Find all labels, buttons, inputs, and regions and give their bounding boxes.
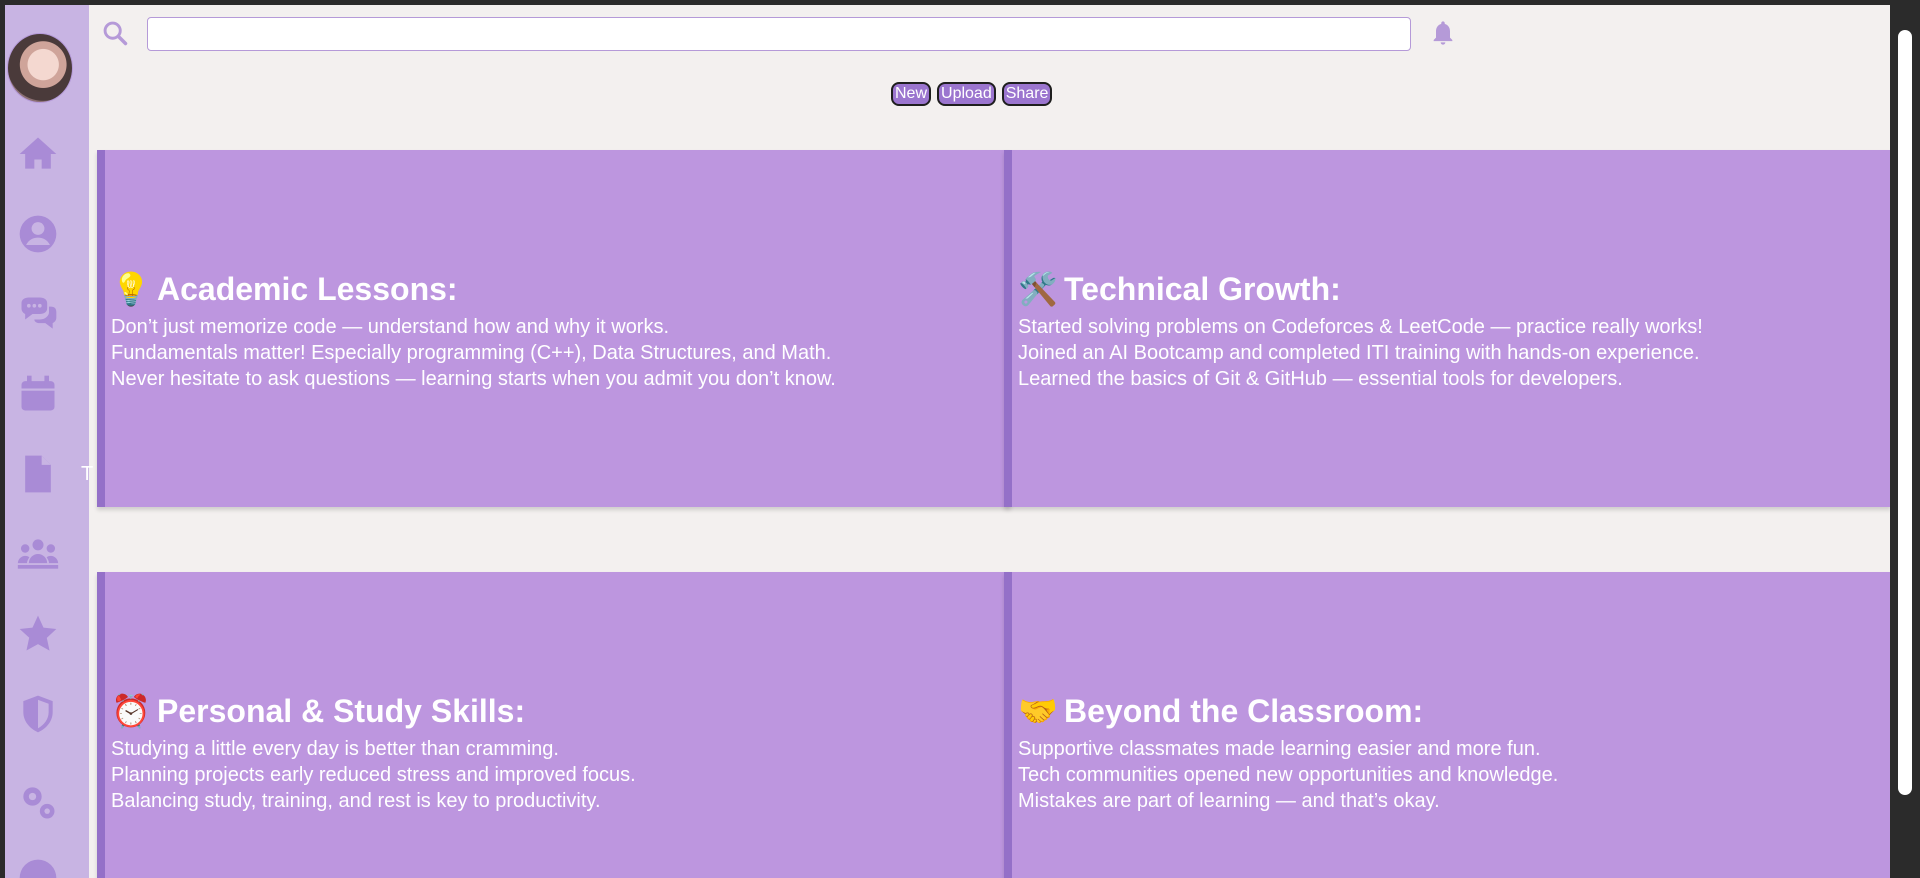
search-icon[interactable] bbox=[101, 19, 129, 47]
sidebar-item-home[interactable] bbox=[13, 129, 63, 179]
card-line: Planning projects early reduced stress a… bbox=[111, 764, 636, 786]
card-personal-study-skills: ⏰ Personal & Study Skills: Studying a li… bbox=[97, 572, 1011, 878]
card-line: Don’t just memorize code — understand ho… bbox=[111, 316, 670, 338]
more-icon bbox=[19, 859, 57, 878]
card-line: Never hesitate to ask questions — learni… bbox=[111, 368, 836, 390]
gears-icon bbox=[23, 787, 55, 819]
action-toolbar: New Upload Share bbox=[891, 82, 1053, 106]
card-line: Joined an AI Bootcamp and completed ITI … bbox=[1018, 342, 1700, 364]
card-academic-lessons: 💡 Academic Lessons: Don’t just memorize … bbox=[97, 150, 1011, 507]
card-line: Mistakes are part of learning — and that… bbox=[1018, 790, 1440, 812]
upload-button[interactable]: Upload bbox=[937, 82, 996, 106]
app-window: T New Upload Share 💡 Academic Lessons: D… bbox=[5, 5, 1890, 878]
card-line: Learned the basics of Git & GitHub — ess… bbox=[1018, 368, 1623, 390]
sidebar: T bbox=[5, 5, 93, 878]
file-icon bbox=[25, 455, 51, 493]
card-line: Supportive classmates made learning easi… bbox=[1018, 738, 1541, 760]
share-button[interactable]: Share bbox=[1001, 82, 1053, 106]
card-line: Studying a little every day is better th… bbox=[111, 738, 559, 760]
tools-icon: 🛠️ bbox=[1018, 271, 1058, 307]
chat-icon bbox=[21, 297, 57, 329]
vertical-scrollbar[interactable] bbox=[1890, 5, 1920, 878]
card-title: Academic Lessons: bbox=[157, 271, 458, 307]
sidebar-tooltip-text: T bbox=[81, 463, 94, 485]
scrollbar-thumb[interactable] bbox=[1898, 30, 1912, 795]
card-title: Personal & Study Skills: bbox=[157, 693, 526, 729]
card-line: Started solving problems on Codeforces &… bbox=[1018, 316, 1703, 338]
sidebar-item-favorites[interactable] bbox=[13, 609, 63, 659]
calendar-icon bbox=[21, 375, 55, 411]
card-line: Balancing study, training, and rest is k… bbox=[111, 790, 601, 812]
card-line: Fundamentals matter! Especially programm… bbox=[111, 342, 832, 364]
user-icon bbox=[19, 215, 57, 253]
sidebar-item-calendar[interactable] bbox=[13, 369, 63, 419]
shield-icon bbox=[23, 695, 53, 733]
card-title: Beyond the Classroom: bbox=[1064, 693, 1424, 729]
lightbulb-icon: 💡 bbox=[111, 271, 151, 307]
group-icon bbox=[17, 539, 59, 569]
alarm-clock-icon: ⏰ bbox=[111, 693, 151, 729]
sidebar-item-security[interactable] bbox=[13, 689, 63, 739]
sidebar-item-groups[interactable] bbox=[13, 529, 63, 579]
search-input[interactable] bbox=[147, 17, 1411, 51]
sidebar-item-profile[interactable] bbox=[13, 209, 63, 259]
sidebar-item-settings[interactable] bbox=[13, 777, 63, 827]
handshake-icon: 🤝 bbox=[1018, 693, 1058, 729]
card-title: Technical Growth: bbox=[1064, 271, 1341, 307]
home-icon bbox=[19, 137, 57, 169]
card-beyond-classroom: 🤝 Beyond the Classroom: Supportive class… bbox=[1004, 572, 1890, 878]
sidebar-item-documents[interactable] bbox=[13, 449, 63, 499]
star-icon bbox=[19, 615, 57, 651]
sidebar-item-messages[interactable] bbox=[13, 289, 63, 339]
card-technical-growth: 🛠️ Technical Growth: Started solving pro… bbox=[1004, 150, 1890, 507]
new-button[interactable]: New bbox=[891, 82, 932, 106]
avatar[interactable] bbox=[7, 33, 73, 103]
sidebar-item-more[interactable] bbox=[13, 853, 63, 878]
card-line: Tech communities opened new opportunitie… bbox=[1018, 764, 1559, 786]
bell-icon[interactable] bbox=[1429, 19, 1457, 47]
